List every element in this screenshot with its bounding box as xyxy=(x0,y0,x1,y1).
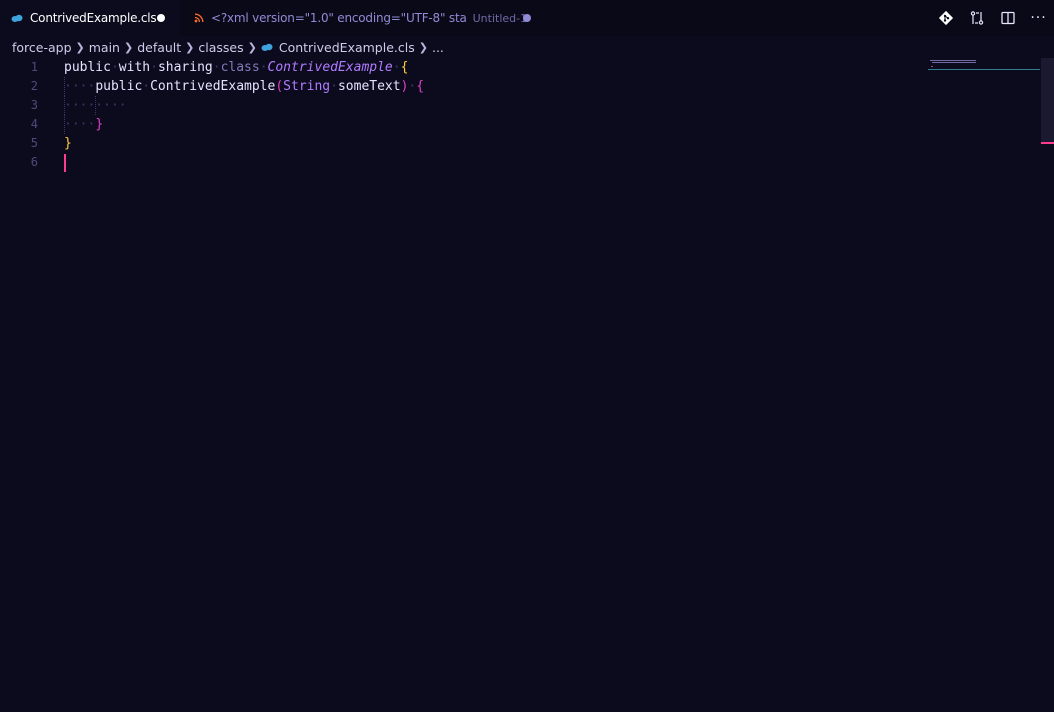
line-number-gutter: 1 2 3 4 5 6 xyxy=(0,58,44,172)
unsaved-dot-icon[interactable] xyxy=(157,14,165,22)
code-line: public·with·sharing·class·ContrivedExamp… xyxy=(64,60,409,75)
brace-token: { xyxy=(416,79,425,94)
editor-actions: ··· xyxy=(930,0,1054,36)
breadcrumb-item-classes[interactable]: classes xyxy=(198,40,243,55)
line-number: 6 xyxy=(30,155,38,169)
minimap-viewport xyxy=(928,69,1040,70)
breadcrumb: force-app ❯ main ❯ default ❯ classes ❯ C… xyxy=(0,36,1040,58)
tab-contrived-example[interactable]: ContrivedExample.cls xyxy=(0,0,180,36)
compare-changes-icon[interactable] xyxy=(961,0,992,36)
text-cursor xyxy=(64,154,66,172)
indent-guide xyxy=(64,77,65,96)
rss-xml-icon xyxy=(194,13,204,23)
indent-guide xyxy=(64,115,65,134)
minimap[interactable] xyxy=(928,58,1040,98)
keyword-token: public xyxy=(95,79,143,94)
code-line: ····public·ContrivedExample(String·someT… xyxy=(64,77,425,96)
git-icon[interactable] xyxy=(930,0,961,36)
minimap-line xyxy=(930,60,976,61)
keyword-token: class xyxy=(220,60,260,75)
unsaved-dot-icon[interactable] xyxy=(523,14,531,22)
keyword-token: with xyxy=(118,60,151,75)
line-number: 1 xyxy=(30,60,38,74)
indent-guide xyxy=(95,96,96,115)
identifier-token: ContrivedExample xyxy=(150,79,276,94)
chevron-right-icon: ❯ xyxy=(123,40,134,54)
breadcrumb-item-symbols[interactable]: ... xyxy=(432,40,444,55)
tab-bar: ContrivedExample.cls <?xml version="1.0"… xyxy=(0,0,1054,36)
more-actions-icon[interactable]: ··· xyxy=(1023,0,1054,36)
breadcrumb-item-file[interactable]: ContrivedExample.cls xyxy=(279,40,415,55)
code-line xyxy=(64,153,424,172)
vertical-scrollbar[interactable] xyxy=(1041,58,1054,712)
minimap-line xyxy=(932,62,976,63)
paren-token: ( xyxy=(275,79,284,94)
salesforce-cloud-icon xyxy=(11,14,23,23)
brace-token: } xyxy=(95,117,104,132)
code-line: } xyxy=(64,134,424,153)
chevron-right-icon: ❯ xyxy=(185,40,195,54)
line-number: 2 xyxy=(30,79,38,93)
class-name-token: ContrivedExample xyxy=(267,60,393,75)
brace-token: { xyxy=(400,60,409,75)
tab-untitled-1[interactable]: <?xml version="1.0" encoding="UTF-8" sta… xyxy=(180,0,540,36)
breadcrumb-item-default[interactable]: default xyxy=(137,40,181,55)
breadcrumb-item-main[interactable]: main xyxy=(89,40,120,55)
breadcrumb-item-force-app[interactable]: force-app xyxy=(12,40,72,55)
keyword-token: public xyxy=(64,60,111,75)
code-line: ····} xyxy=(64,115,104,134)
tab-description: Untitled-1 xyxy=(472,11,528,25)
code-line: ········ xyxy=(64,96,127,115)
line-number: 5 xyxy=(30,136,38,150)
line-number: 4 xyxy=(30,117,38,131)
brace-token: } xyxy=(64,136,72,151)
chevron-right-icon: ❯ xyxy=(247,40,257,54)
minimap-line xyxy=(931,66,933,67)
code-lines: public·with·sharing·class·ContrivedExamp… xyxy=(64,58,424,172)
tab-label: ContrivedExample.cls xyxy=(30,11,157,25)
chevron-right-icon: ❯ xyxy=(418,40,428,54)
more-actions-glyph: ··· xyxy=(1030,10,1047,26)
cursor-position-marker xyxy=(1041,142,1054,144)
keyword-token: sharing xyxy=(157,60,213,75)
type-token: String xyxy=(283,79,331,94)
indent-guide xyxy=(64,96,65,115)
salesforce-cloud-icon xyxy=(261,43,273,52)
split-editor-icon[interactable] xyxy=(992,0,1023,36)
chevron-right-icon: ❯ xyxy=(75,40,85,54)
scrollbar-thumb[interactable] xyxy=(1041,58,1054,143)
tab-label: <?xml version="1.0" encoding="UTF-8" sta xyxy=(211,11,467,25)
code-editor[interactable]: 1 2 3 4 5 6 public·with·sharing·class·Co… xyxy=(0,58,1040,712)
identifier-token: someText xyxy=(337,79,401,94)
line-number: 3 xyxy=(30,98,38,112)
